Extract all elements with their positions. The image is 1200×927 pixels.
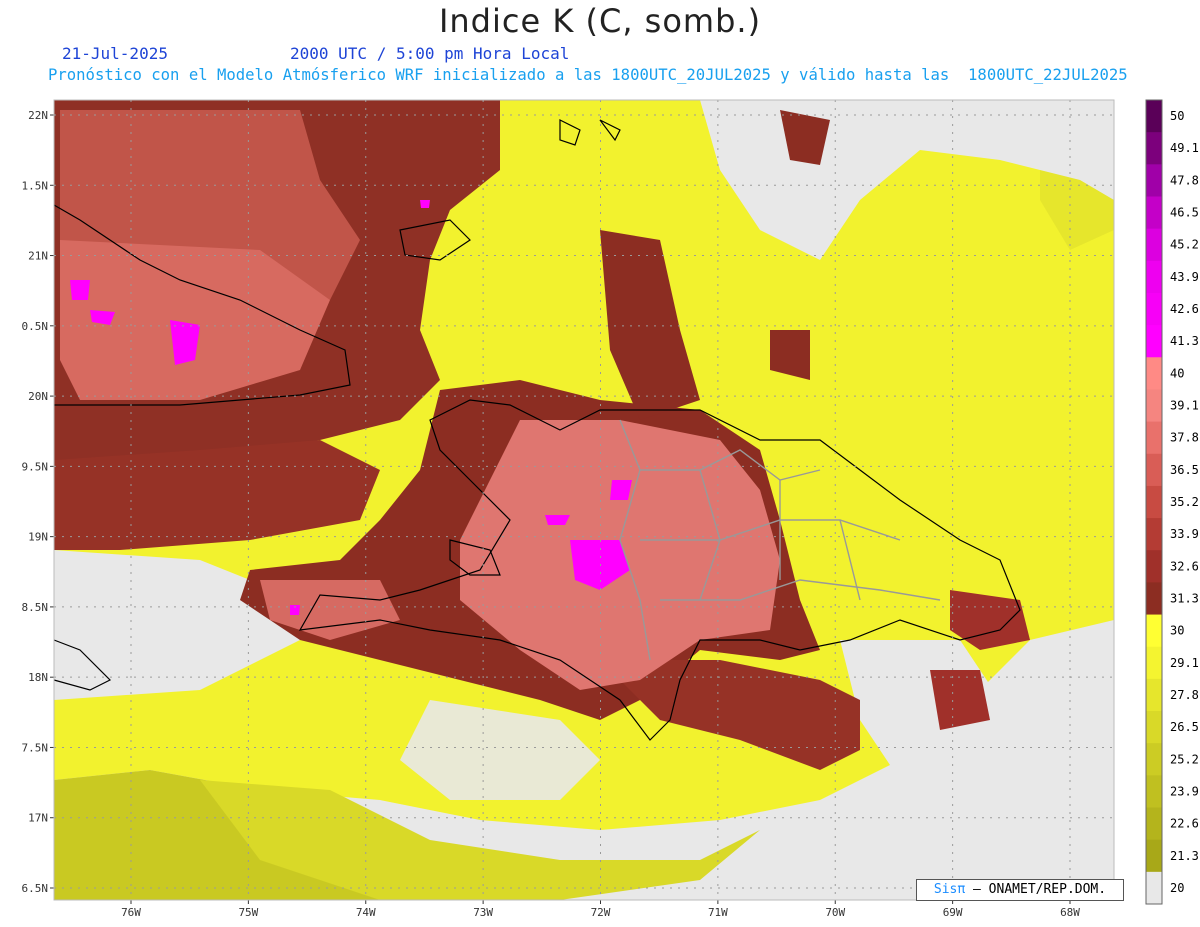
legend-swatch [1146, 485, 1162, 519]
credit-text: – ONAMET/REP.DOM. [973, 882, 1107, 897]
lon-axis: 76W 75W 74W 73W 72W 71W 70W 69W 68W [121, 900, 1080, 919]
lat-tick-label: 18N [28, 671, 48, 684]
legend-swatch [1146, 325, 1162, 358]
legend-swatch [1146, 453, 1162, 487]
legend-swatch [1146, 421, 1162, 455]
credit-box: Sisπ – ONAMET/REP.DOM. [916, 879, 1124, 901]
legend-label: 49.1 [1170, 141, 1199, 155]
lon-tick-label: 72W [591, 906, 611, 919]
legend-label: 29.1 [1170, 656, 1199, 670]
legend-swatch [1146, 646, 1162, 680]
legend-label: 23.9 [1170, 784, 1199, 798]
color-legend: 50 49.1 47.8 46.5 45.2 43.9 42.6 41.3 40 39.1 37.8… [1145, 99, 1199, 905]
legend-swatch [1146, 357, 1162, 390]
legend-label: 50 [1170, 109, 1184, 123]
legend-label: 31.3 [1170, 591, 1199, 605]
legend-label: 46.5 [1170, 206, 1199, 220]
lon-tick-label: 74W [356, 906, 376, 919]
legend-label: 26.5 [1170, 720, 1199, 734]
legend-label: 33.9 [1170, 527, 1199, 541]
legend-swatch [1146, 196, 1162, 230]
legend-label: 35.2 [1170, 495, 1199, 509]
credit-brand: Sisπ [933, 882, 966, 897]
legend-swatch [1146, 292, 1162, 326]
legend-label: 20 [1170, 881, 1184, 895]
legend-swatch [1146, 775, 1162, 809]
lon-tick-label: 70W [825, 906, 845, 919]
legend-label: 47.8 [1170, 173, 1199, 187]
legend-swatch [1146, 839, 1162, 873]
legend-swatch [1146, 678, 1162, 712]
legend-swatch [1146, 260, 1162, 294]
legend-label: 40 [1170, 366, 1184, 380]
lat-tick-label: 19N [28, 531, 48, 544]
legend-swatch [1146, 389, 1162, 423]
lat-tick-label: 21N [28, 250, 48, 263]
legend-label: 43.9 [1170, 270, 1199, 284]
k-index-map: 22N 1.5N 21N 0.5N 20N 9.5N 19N 8.5N 18N 7.5N 17N 6.… [22, 99, 1199, 919]
field-brown-patch-east [930, 670, 990, 730]
lon-tick-label: 69W [943, 906, 963, 919]
legend-label: 30 [1170, 624, 1184, 638]
legend-label: 45.2 [1170, 238, 1199, 252]
field-layer [54, 100, 1114, 900]
legend-label: 21.3 [1170, 849, 1199, 863]
legend-label: 42.6 [1170, 302, 1199, 316]
legend-swatch [1146, 614, 1162, 648]
lon-tick-label: 75W [238, 906, 258, 919]
legend-swatch [1146, 100, 1162, 133]
legend-label: 25.2 [1170, 752, 1199, 766]
legend-swatch [1146, 228, 1162, 262]
lon-tick-label: 76W [121, 906, 141, 919]
legend-label: 22.6 [1170, 817, 1199, 831]
lon-tick-label: 73W [473, 906, 493, 919]
lat-tick-label: 20N [28, 390, 48, 403]
legend-label: 32.6 [1170, 559, 1199, 573]
lat-tick-label: 9.5N [22, 460, 49, 473]
lon-tick-label: 68W [1060, 906, 1080, 919]
lat-tick-label: 6.5N [22, 882, 49, 895]
legend-swatch [1146, 807, 1162, 841]
legend-label: 37.8 [1170, 431, 1199, 445]
legend-swatch [1146, 132, 1162, 165]
lat-axis: 22N 1.5N 21N 0.5N 20N 9.5N 19N 8.5N 18N 7.5N 17N 6.… [22, 109, 54, 895]
lat-tick-label: 0.5N [22, 320, 49, 333]
lat-tick-label: 17N [28, 812, 48, 825]
lat-tick-label: 22N [28, 109, 48, 122]
lat-tick-label: 7.5N [22, 741, 49, 754]
lat-tick-label: 1.5N [22, 179, 49, 192]
legend-swatch [1146, 711, 1162, 744]
legend-swatch [1146, 743, 1162, 776]
legend-label: 41.3 [1170, 334, 1199, 348]
lat-tick-label: 8.5N [22, 601, 49, 614]
legend-label: 27.8 [1170, 688, 1199, 702]
legend-swatch [1146, 871, 1162, 905]
legend-swatch [1146, 164, 1162, 197]
legend-swatch [1146, 582, 1162, 616]
lon-tick-label: 71W [708, 906, 728, 919]
legend-label: 36.5 [1170, 463, 1199, 477]
legend-label: 39.1 [1170, 399, 1199, 413]
legend-swatch [1146, 518, 1162, 551]
legend-swatch [1146, 550, 1162, 583]
